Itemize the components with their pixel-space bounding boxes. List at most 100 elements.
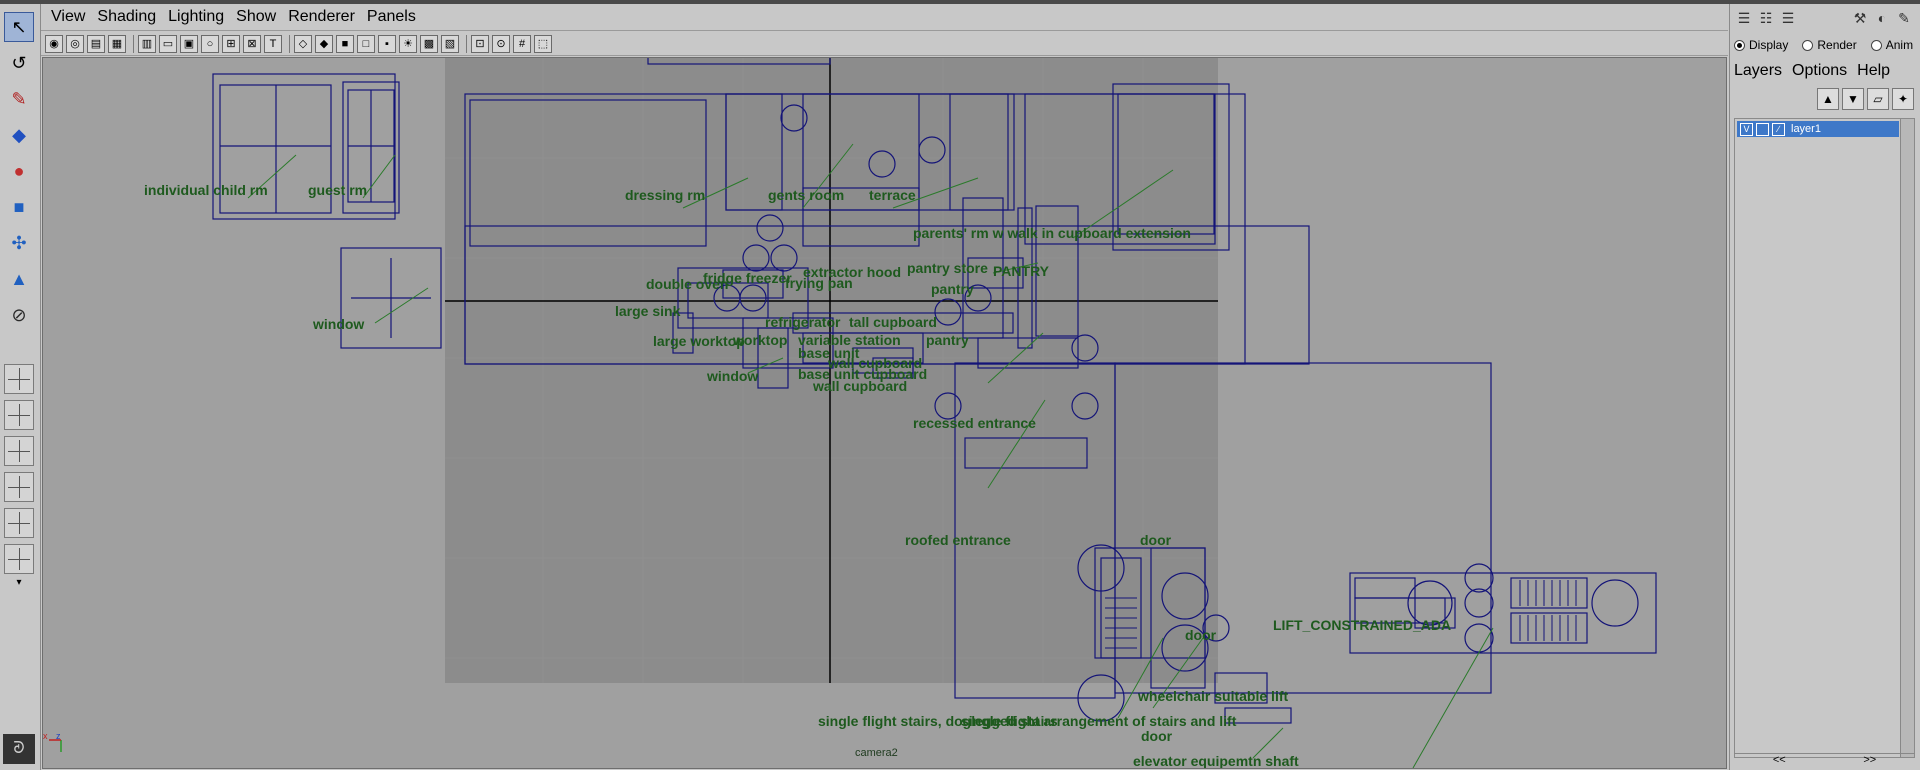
isolate-select-icon[interactable]: ⊡ bbox=[471, 34, 489, 53]
attribute-editor-icon[interactable]: ☷ bbox=[1756, 10, 1776, 30]
view-axis-gizmo: x z bbox=[43, 731, 62, 752]
shadows-icon[interactable]: ▩ bbox=[420, 34, 438, 53]
label-terrace: terrace bbox=[869, 187, 916, 203]
move-layer-up-icon[interactable]: ▲ bbox=[1817, 88, 1839, 110]
image-plane-icon[interactable]: ▦ bbox=[108, 34, 126, 53]
label-single-flight-arrangement: single flight arrangement of stairs and … bbox=[961, 713, 1237, 729]
toolbar-divider bbox=[466, 34, 467, 53]
grid-icon[interactable]: ▥ bbox=[138, 34, 156, 53]
menu-panels[interactable]: Panels bbox=[367, 8, 416, 26]
camera-name-label: camera2 bbox=[855, 747, 898, 759]
modeling-toolkit-icon[interactable]: ⚒ bbox=[1850, 10, 1870, 30]
scroll-left-button[interactable]: << bbox=[1773, 754, 1786, 768]
outliner-layout-icon[interactable] bbox=[4, 472, 34, 502]
menu-renderer[interactable]: Renderer bbox=[288, 8, 355, 26]
select-tool-icon[interactable]: ↖ bbox=[4, 12, 34, 42]
label-lift-constrained-ada: LIFT_CONSTRAINED_ADA bbox=[1273, 617, 1451, 633]
layer-visibility-toggle[interactable]: V bbox=[1740, 122, 1753, 136]
menu-shading[interactable]: Shading bbox=[97, 8, 156, 26]
label-tall-cupboard: tall cupboard bbox=[849, 314, 937, 330]
menu-layers[interactable]: Layers bbox=[1734, 62, 1782, 80]
texture-icon[interactable]: ▧ bbox=[441, 34, 459, 53]
points-icon[interactable]: ▪ bbox=[378, 34, 396, 53]
smooth-shade-icon[interactable]: ◆ bbox=[315, 34, 333, 53]
soft-mod-icon[interactable]: ▲ bbox=[4, 264, 34, 294]
label-roofed-entrance: roofed entrance bbox=[905, 532, 1011, 548]
layer-scroll-buttons: << >> bbox=[1734, 753, 1915, 768]
label-door-2: door bbox=[1185, 627, 1217, 643]
new-layer-from-selected-icon[interactable]: ✦ bbox=[1892, 88, 1914, 110]
anim-mode-label: Anim bbox=[1885, 38, 1914, 52]
axis-x-label: x bbox=[43, 731, 48, 741]
safe-title-icon[interactable]: T bbox=[264, 34, 282, 53]
layer-playback-toggle[interactable] bbox=[1756, 122, 1769, 136]
layer-display-type-toggle[interactable]: ∕ bbox=[1772, 122, 1785, 136]
channel-box-icon[interactable]: ☰ bbox=[1734, 10, 1754, 30]
field-chart-icon[interactable]: ⊞ bbox=[222, 34, 240, 53]
hud-icon[interactable]: ⬚ bbox=[534, 34, 552, 53]
display-mode-radio[interactable] bbox=[1734, 39, 1745, 51]
scale-tool-icon[interactable]: ■ bbox=[4, 192, 34, 222]
lasso-tool-icon[interactable]: ↺ bbox=[4, 48, 34, 78]
bounding-box-icon[interactable]: □ bbox=[357, 34, 375, 53]
label-pantry-1: pantry bbox=[931, 281, 974, 297]
label-pantry-store: pantry store bbox=[907, 260, 988, 276]
layer-list-scrollbar[interactable] bbox=[1900, 119, 1914, 757]
label-elevator-equipment-shaft: elevator equipemtn shaft bbox=[1133, 753, 1299, 768]
universal-manipulator-icon[interactable]: ✣ bbox=[4, 228, 34, 258]
layer-row[interactable]: V ∕ layer1 bbox=[1737, 121, 1899, 137]
channel-box-tabs: ☰ ☷ ☰ bbox=[1734, 10, 1800, 30]
panel-toolbar: ◉ ◎ ▤ ▦ ▥ ▭ ▣ ○ ⊞ ⊠ T ◇ ◆ ■ □ ▪ ☀ ▩ ▧ ⊡ … bbox=[41, 32, 1728, 56]
flat-shade-icon[interactable]: ■ bbox=[336, 34, 354, 53]
wireframe-icon[interactable]: ◇ bbox=[294, 34, 312, 53]
xray-icon[interactable]: ⊙ bbox=[492, 34, 510, 53]
graph-editor-layout-icon[interactable] bbox=[4, 508, 34, 538]
toolbar-divider bbox=[133, 34, 134, 53]
move-layer-down-icon[interactable]: ▼ bbox=[1842, 88, 1864, 110]
paint-tool-icon[interactable]: ✎ bbox=[4, 84, 34, 114]
toolbox: ↖ ↺ ✎ ◆ ● ■ ✣ ▲ ⊘ ▾ ᘑ bbox=[0, 4, 41, 770]
gate-mask-icon[interactable]: ○ bbox=[201, 34, 219, 53]
brush-icon[interactable]: ✎ bbox=[1894, 10, 1914, 30]
layer-list: V ∕ layer1 bbox=[1734, 118, 1915, 758]
bookmark-icon[interactable]: ▤ bbox=[87, 34, 105, 53]
label-recessed-entrance: recessed entrance bbox=[913, 415, 1036, 431]
layer-menubar: Layers Options Help bbox=[1734, 62, 1900, 80]
rotate-tool-icon[interactable]: ● bbox=[4, 156, 34, 186]
channel-box-layer-editor: ☰ ☷ ☰ ⚒ ◐ ✎ Display Render Anim Layers O… bbox=[1729, 4, 1920, 770]
resolution-gate-icon[interactable]: ▣ bbox=[180, 34, 198, 53]
label-pantry-2: pantry bbox=[926, 332, 969, 348]
two-pane-side-layout-icon[interactable] bbox=[4, 436, 34, 466]
menu-help[interactable]: Help bbox=[1857, 62, 1890, 80]
show-manipulator-icon[interactable]: ⊘ bbox=[4, 300, 34, 330]
use-default-light-icon[interactable]: ☀ bbox=[399, 34, 417, 53]
axis-z-label: z bbox=[56, 731, 61, 741]
render-setup-icon[interactable]: ◐ bbox=[1872, 10, 1892, 30]
single-pane-layout-icon[interactable] bbox=[4, 364, 34, 394]
menu-options[interactable]: Options bbox=[1792, 62, 1847, 80]
label-guest-rm: guest rm bbox=[308, 182, 367, 198]
grid-toggle-icon[interactable]: # bbox=[513, 34, 531, 53]
scroll-right-button[interactable]: >> bbox=[1863, 754, 1876, 768]
camera-attributes-icon[interactable]: ◎ bbox=[66, 34, 84, 53]
label-dressing-rm: dressing rm bbox=[625, 187, 705, 203]
label-large-worktop: large worktop bbox=[653, 333, 745, 349]
new-empty-layer-icon[interactable]: ▱ bbox=[1867, 88, 1889, 110]
safe-action-icon[interactable]: ⊠ bbox=[243, 34, 261, 53]
layer-name[interactable]: layer1 bbox=[1791, 123, 1821, 135]
film-gate-icon[interactable]: ▭ bbox=[159, 34, 177, 53]
scene-wireframe[interactable]: individual child rm guest rm window dres… bbox=[43, 58, 1726, 768]
move-tool-icon[interactable]: ◆ bbox=[4, 120, 34, 150]
menu-lighting[interactable]: Lighting bbox=[168, 8, 224, 26]
label-parents-rm: parents' rm w walk in cupboard extension bbox=[913, 225, 1191, 241]
layout-dropdown-icon[interactable]: ▾ bbox=[4, 568, 34, 598]
render-mode-radio[interactable] bbox=[1802, 39, 1814, 51]
menu-view[interactable]: View bbox=[51, 8, 85, 26]
anim-mode-radio[interactable] bbox=[1870, 39, 1882, 51]
tool-settings-icon[interactable]: ☰ bbox=[1778, 10, 1798, 30]
four-pane-layout-icon[interactable] bbox=[4, 400, 34, 430]
select-camera-icon[interactable]: ◉ bbox=[45, 34, 63, 53]
label-window-2: window bbox=[706, 368, 758, 384]
3d-viewport[interactable]: individual child rm guest rm window dres… bbox=[42, 57, 1727, 769]
menu-show[interactable]: Show bbox=[236, 8, 276, 26]
